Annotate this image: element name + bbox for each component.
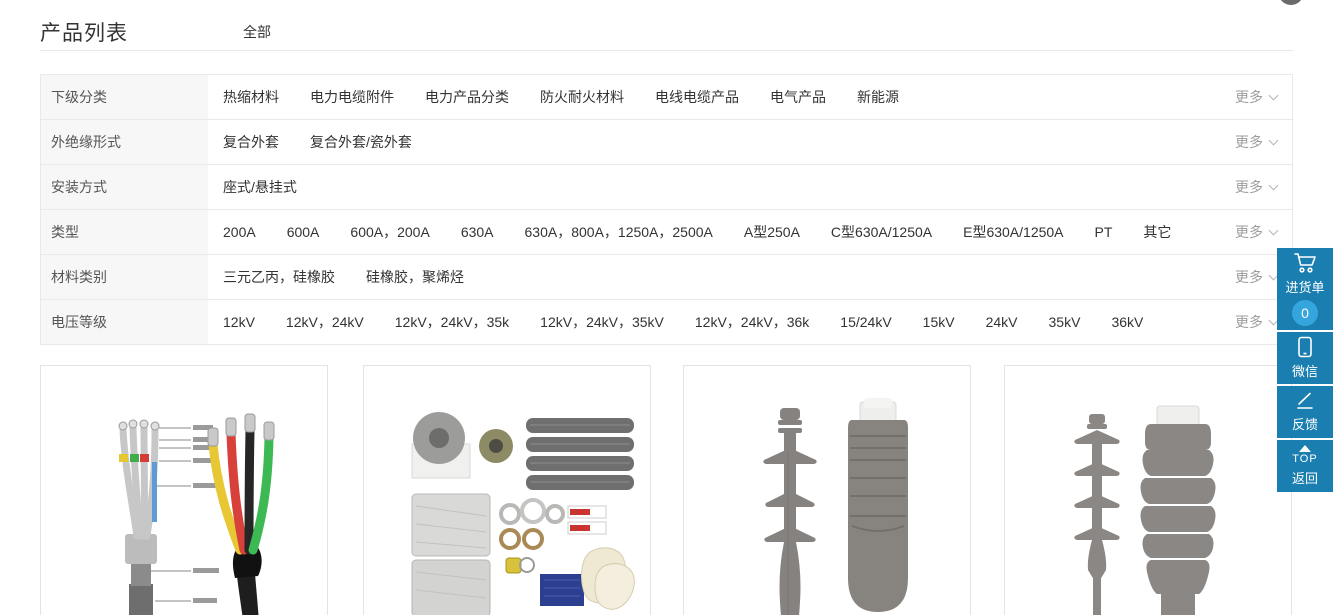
filter-option[interactable]: 12kV，24kV，36k	[695, 312, 809, 332]
filter-option[interactable]: 新能源	[857, 87, 899, 107]
product-card[interactable]	[40, 365, 328, 615]
filter-option[interactable]: 200A	[223, 224, 256, 240]
filter-table: 下级分类热缩材料电力电缆附件电力产品分类防火耐火材料电线电缆产品电气产品新能源更…	[40, 74, 1293, 345]
filter-row: 安装方式座式/悬挂式 更多	[41, 165, 1292, 210]
filter-options: 12kV 12kV，24kV 12kV，24kV，35k 12kV，24kV，35kV…	[208, 300, 1235, 344]
filter-option[interactable]: 硅橡胶，聚烯烃	[366, 267, 464, 287]
cart-label: 进货单	[1285, 277, 1324, 296]
filter-option[interactable]: 电力电缆附件	[310, 87, 394, 107]
filter-option[interactable]: 其它	[1143, 222, 1171, 242]
filter-option[interactable]: 复合外套	[223, 132, 279, 152]
filter-option[interactable]: 600A	[287, 224, 320, 240]
filter-row: 外绝缘形式复合外套 复合外套/瓷外套 更多	[41, 120, 1292, 165]
filter-row-label: 安装方式	[41, 165, 208, 209]
scrolled-avatar-icon	[1279, 0, 1303, 5]
filter-option[interactable]: 防火耐火材料	[540, 87, 624, 107]
filter-option[interactable]: 电力产品分类	[425, 87, 509, 107]
filter-option[interactable]: 15/24kV	[840, 314, 891, 330]
filter-option[interactable]: E型630A/1250A	[963, 222, 1063, 242]
top-word: TOP	[1292, 454, 1317, 465]
product-card[interactable]	[363, 365, 651, 615]
gray-cold-shrink-termination-pair-photo	[684, 366, 970, 615]
filter-option[interactable]: 600A，200A	[350, 222, 429, 242]
back-label: 返回	[1292, 468, 1318, 487]
pencil-icon	[1295, 391, 1315, 411]
filter-option[interactable]: 12kV，24kV	[286, 312, 364, 332]
filter-options: 热缩材料 电力电缆附件 电力产品分类 防火耐火材料 电线电缆产品 电气产品 新能源	[208, 75, 1235, 119]
filter-row-label: 外绝缘形式	[41, 120, 208, 164]
wechat-panel[interactable]: 微信	[1277, 332, 1333, 384]
back-to-top-panel[interactable]: TOP 返回	[1277, 440, 1333, 492]
chevron-down-icon	[1269, 90, 1279, 100]
product-card[interactable]	[1004, 365, 1292, 615]
page-header: 产品列表 全部	[40, 14, 1293, 50]
chevron-down-icon	[1269, 225, 1279, 235]
more-label: 更多	[1235, 312, 1263, 332]
cart-icon	[1293, 252, 1317, 274]
filter-option[interactable]: 35kV	[1049, 314, 1081, 330]
filter-option[interactable]: C型630A/1250A	[831, 222, 932, 242]
filter-option[interactable]: 三元乙丙，硅橡胶	[223, 267, 335, 287]
filter-option[interactable]: 电线电缆产品	[655, 87, 739, 107]
filter-option[interactable]: 座式/悬挂式	[223, 177, 297, 197]
filter-options: 200A 600A 600A，200A 630A 630A，800A，1250A，250…	[208, 210, 1235, 254]
filter-option[interactable]: 电气产品	[770, 87, 826, 107]
more-label: 更多	[1235, 222, 1263, 242]
more-button[interactable]: 更多	[1235, 75, 1292, 119]
more-button[interactable]: 更多	[1235, 120, 1292, 164]
more-label: 更多	[1235, 132, 1263, 152]
cold-shrink-accessory-kit-photo	[364, 366, 650, 615]
gray-finned-termination-pair-photo	[1005, 366, 1291, 615]
filter-row: 下级分类热缩材料 电力电缆附件 电力产品分类 防火耐火材料 电线电缆产品 电气产品 新能源 更…	[41, 75, 1292, 120]
filter-row-label: 材料类别	[41, 255, 208, 299]
filter-options: 三元乙丙，硅橡胶 硅橡胶，聚烯烃	[208, 255, 1235, 299]
feedback-panel[interactable]: 反馈	[1277, 386, 1333, 438]
side-toolbar: 进货单 0 微信 反馈 TOP	[1277, 248, 1333, 494]
filter-row-label: 下级分类	[41, 75, 208, 119]
filter-option[interactable]: 12kV	[223, 314, 255, 330]
filter-option[interactable]: 热缩材料	[223, 87, 279, 107]
filter-row: 材料类别三元乙丙，硅橡胶 硅橡胶，聚烯烃 更多	[41, 255, 1292, 300]
filter-option[interactable]: 36kV	[1111, 314, 1143, 330]
filter-option[interactable]: 630A	[461, 224, 494, 240]
product-list-page: 产品列表 全部 下级分类热缩材料 电力电缆附件 电力产品分类 防火耐火材料 电线电缆产品…	[0, 0, 1333, 615]
chevron-down-icon	[1269, 135, 1279, 145]
cable-termination-colored-wires-photo	[41, 366, 327, 615]
product-grid	[40, 365, 1293, 615]
filter-option[interactable]: 24kV	[986, 314, 1018, 330]
chevron-down-icon	[1269, 180, 1279, 190]
filter-option[interactable]: 630A，800A，1250A，2500A	[525, 222, 713, 242]
wechat-label: 微信	[1292, 361, 1318, 380]
filter-option[interactable]: 12kV，24kV，35k	[395, 312, 509, 332]
more-label: 更多	[1235, 267, 1263, 287]
arrow-up-icon	[1299, 445, 1311, 452]
more-button[interactable]: 更多	[1235, 165, 1292, 209]
phone-icon	[1296, 336, 1314, 358]
filter-option[interactable]: 15kV	[923, 314, 955, 330]
cart-count-badge: 0	[1292, 300, 1318, 326]
page-title: 产品列表	[40, 17, 128, 47]
filter-row: 电压等级 12kV 12kV，24kV 12kV，24kV，35k 12kV，24kV，…	[41, 300, 1292, 345]
header-divider	[40, 50, 1293, 51]
filter-options: 座式/悬挂式	[208, 165, 1235, 209]
filter-options: 复合外套 复合外套/瓷外套	[208, 120, 1235, 164]
filter-option[interactable]: 12kV，24kV，35kV	[540, 312, 664, 332]
filter-row-label: 类型	[41, 210, 208, 254]
more-label: 更多	[1235, 177, 1263, 197]
filter-row-label: 电压等级	[41, 300, 208, 344]
filter-option[interactable]: A型250A	[744, 222, 800, 242]
tab-all[interactable]: 全部	[243, 22, 271, 42]
filter-option[interactable]: PT	[1095, 224, 1113, 240]
feedback-label: 反馈	[1292, 414, 1318, 433]
filter-row: 类型 200A 600A 600A，200A 630A 630A，800A，1250A，2…	[41, 210, 1292, 255]
product-card[interactable]	[683, 365, 971, 615]
filter-option[interactable]: 复合外套/瓷外套	[310, 132, 412, 152]
more-label: 更多	[1235, 87, 1263, 107]
cart-panel[interactable]: 进货单 0	[1277, 248, 1333, 330]
